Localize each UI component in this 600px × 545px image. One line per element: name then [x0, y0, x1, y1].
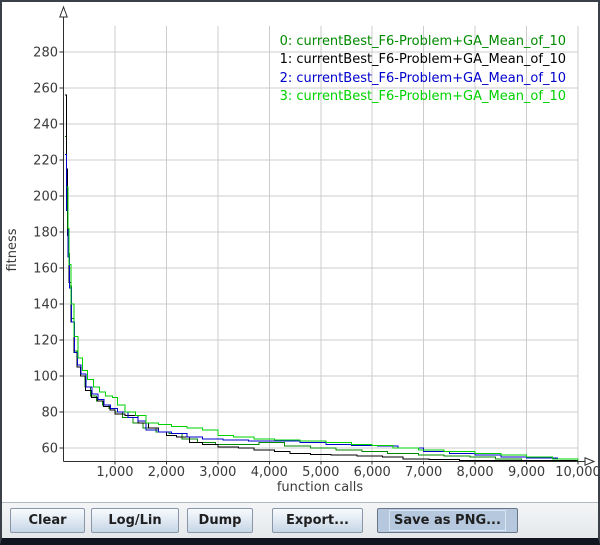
x-tick-label: 7,000	[405, 465, 442, 480]
y-tick-label: 220	[33, 154, 58, 169]
y-tick-label: 260	[33, 82, 58, 97]
x-axis-title: function calls	[277, 480, 364, 495]
y-axis-arrow-icon	[60, 7, 67, 17]
series-line-3	[67, 187, 578, 461]
toolbar: Clear Log/Lin Dump Export... Save as PNG...	[2, 502, 598, 538]
log-lin-button[interactable]: Log/Lin	[91, 508, 179, 533]
y-tick-label: 80	[41, 406, 58, 421]
legend: 0: currentBest_F6-Problem+GA_Mean_of_101…	[280, 33, 566, 107]
tick-labels: 60 80 100 120 140 160 180 200 220 240 260 280 1,000 2…	[33, 46, 598, 481]
x-tick-label: 5,000	[302, 465, 339, 480]
button-label: Save as PNG...	[389, 510, 506, 531]
legend-entry-0: 0: currentBest_F6-Problem+GA_Mean_of_10	[280, 33, 566, 51]
plot-window: 60 80 100 120 140 160 180 200 220 240 260 280 1,000 2…	[0, 0, 600, 545]
x-tick-label: 3,000	[199, 465, 236, 480]
button-label: Log/Lin	[103, 510, 166, 531]
clear-button[interactable]: Clear	[10, 508, 85, 533]
chart-panel: 60 80 100 120 140 160 180 200 220 240 260 280 1,000 2…	[2, 2, 598, 502]
y-tick-label: 120	[33, 334, 58, 349]
y-tick-label: 60	[41, 442, 58, 457]
dump-button[interactable]: Dump	[187, 508, 253, 533]
button-label: Clear	[24, 510, 72, 531]
y-axis-title: fitness	[5, 228, 20, 271]
legend-entry-1: 1: currentBest_F6-Problem+GA_Mean_of_10	[280, 51, 566, 69]
series-line-1	[65, 95, 578, 460]
x-tick-label: 6,000	[354, 465, 391, 480]
legend-entry-3: 3: currentBest_F6-Problem+GA_Mean_of_10	[280, 88, 566, 106]
x-tick-label: 1,000	[96, 465, 133, 480]
y-tick-label: 200	[33, 190, 58, 205]
x-tick-label: 2,000	[148, 465, 185, 480]
button-label: Export...	[281, 510, 354, 531]
tick-marks	[60, 52, 579, 465]
legend-entry-2: 2: currentBest_F6-Problem+GA_Mean_of_10	[280, 70, 566, 88]
y-tick-label: 160	[33, 262, 58, 277]
y-tick-label: 180	[33, 226, 58, 241]
save-as-png-button[interactable]: Save as PNG...	[377, 508, 518, 533]
y-tick-label: 280	[33, 46, 58, 61]
x-tick-label: 10,000	[555, 465, 598, 480]
export-button[interactable]: Export...	[272, 508, 363, 533]
series-lines	[65, 95, 578, 460]
y-tick-label: 240	[33, 118, 58, 133]
x-tick-label: 4,000	[251, 465, 288, 480]
button-label: Dump	[194, 510, 247, 531]
x-tick-label: 8,000	[456, 465, 493, 480]
series-line-2	[65, 155, 578, 461]
x-tick-label: 9,000	[508, 465, 545, 480]
y-tick-label: 100	[33, 370, 58, 385]
y-tick-label: 140	[33, 298, 58, 313]
